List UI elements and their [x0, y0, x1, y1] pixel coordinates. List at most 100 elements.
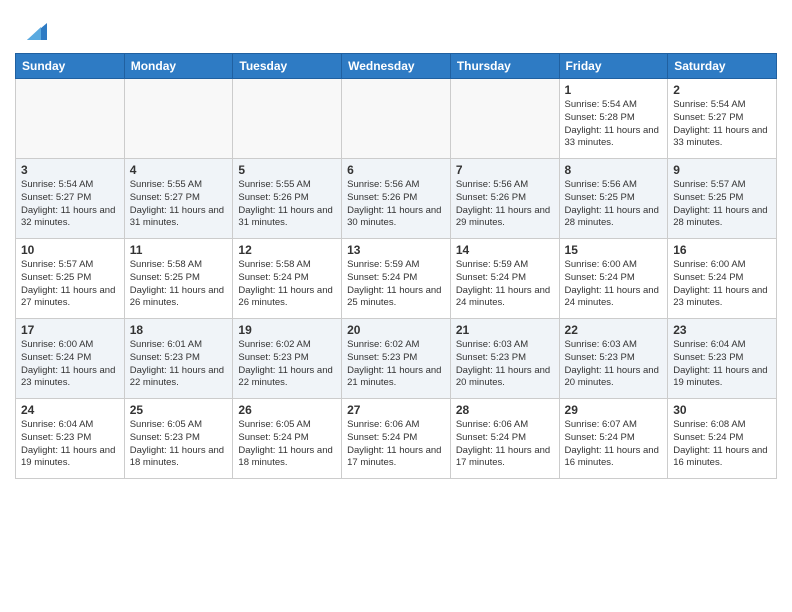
day-info: Sunrise: 6:03 AM Sunset: 5:23 PM Dayligh…	[565, 339, 663, 390]
day-info: Sunrise: 5:58 AM Sunset: 5:25 PM Dayligh…	[130, 259, 228, 310]
calendar-cell: 21Sunrise: 6:03 AM Sunset: 5:23 PM Dayli…	[450, 319, 559, 399]
day-info: Sunrise: 6:05 AM Sunset: 5:24 PM Dayligh…	[238, 419, 336, 470]
day-number: 18	[130, 323, 228, 337]
header	[15, 10, 777, 45]
calendar-cell: 26 Sunrise: 6:05 AM Sunset: 5:24 PM Dayli…	[233, 399, 342, 479]
day-info: Sunrise: 6:00 AM Sunset: 5:24 PM Dayligh…	[673, 259, 771, 310]
logo-icon	[19, 15, 49, 45]
calendar-cell: 20 Sunrise: 6:02 AM Sunset: 5:23 PM Dayli…	[342, 319, 451, 399]
day-info: Sunrise: 5:55 AM Sunset: 5:27 PM Dayligh…	[130, 179, 228, 230]
calendar-cell: 11 Sunrise: 5:58 AM Sunset: 5:25 PM Dayli…	[124, 239, 233, 319]
day-number: 29	[565, 403, 663, 417]
weekday-header-sunday: Sunday	[16, 54, 125, 79]
day-info: Sunrise: 5:57 AM Sunset: 5:25 PM Dayligh…	[673, 179, 771, 230]
day-number: 28	[456, 403, 554, 417]
day-number: 24	[21, 403, 119, 417]
week-row-1: 1Sunrise: 5:54 AM Sunset: 5:28 PM Daylig…	[16, 79, 777, 159]
calendar-cell: 13Sunrise: 5:59 AM Sunset: 5:24 PM Dayli…	[342, 239, 451, 319]
calendar-cell: 28 Sunrise: 6:06 AM Sunset: 5:24 PM Dayli…	[450, 399, 559, 479]
calendar-cell: 2 Sunrise: 5:54 AM Sunset: 5:27 PM Daylig…	[668, 79, 777, 159]
calendar-cell: 29 Sunrise: 6:07 AM Sunset: 5:24 PM Dayli…	[559, 399, 668, 479]
day-number: 23	[673, 323, 771, 337]
day-info: Sunrise: 5:57 AM Sunset: 5:25 PM Dayligh…	[21, 259, 119, 310]
calendar-cell: 9Sunrise: 5:57 AM Sunset: 5:25 PM Daylig…	[668, 159, 777, 239]
day-info: Sunrise: 5:56 AM Sunset: 5:26 PM Dayligh…	[456, 179, 554, 230]
day-info: Sunrise: 6:02 AM Sunset: 5:23 PM Dayligh…	[347, 339, 445, 390]
day-number: 16	[673, 243, 771, 257]
day-info: Sunrise: 5:59 AM Sunset: 5:24 PM Dayligh…	[347, 259, 445, 310]
calendar-cell: 6 Sunrise: 5:56 AM Sunset: 5:26 PM Daylig…	[342, 159, 451, 239]
day-number: 30	[673, 403, 771, 417]
calendar-cell: 25 Sunrise: 6:05 AM Sunset: 5:23 PM Dayli…	[124, 399, 233, 479]
weekday-header-saturday: Saturday	[668, 54, 777, 79]
calendar-cell: 12 Sunrise: 5:58 AM Sunset: 5:24 PM Dayli…	[233, 239, 342, 319]
day-number: 14	[456, 243, 554, 257]
calendar-cell: 15 Sunrise: 6:00 AM Sunset: 5:24 PM Dayli…	[559, 239, 668, 319]
day-info: Sunrise: 6:01 AM Sunset: 5:23 PM Dayligh…	[130, 339, 228, 390]
day-info: Sunrise: 5:56 AM Sunset: 5:25 PM Dayligh…	[565, 179, 663, 230]
calendar-cell: 18 Sunrise: 6:01 AM Sunset: 5:23 PM Dayli…	[124, 319, 233, 399]
calendar-cell: 1Sunrise: 5:54 AM Sunset: 5:28 PM Daylig…	[559, 79, 668, 159]
calendar-cell: 10Sunrise: 5:57 AM Sunset: 5:25 PM Dayli…	[16, 239, 125, 319]
day-number: 19	[238, 323, 336, 337]
calendar-cell: 30Sunrise: 6:08 AM Sunset: 5:24 PM Dayli…	[668, 399, 777, 479]
logo	[15, 15, 49, 45]
day-number: 11	[130, 243, 228, 257]
calendar: SundayMondayTuesdayWednesdayThursdayFrid…	[15, 53, 777, 479]
calendar-cell: 23 Sunrise: 6:04 AM Sunset: 5:23 PM Dayli…	[668, 319, 777, 399]
day-number: 20	[347, 323, 445, 337]
calendar-cell: 22Sunrise: 6:03 AM Sunset: 5:23 PM Dayli…	[559, 319, 668, 399]
calendar-cell: 7Sunrise: 5:56 AM Sunset: 5:26 PM Daylig…	[450, 159, 559, 239]
day-number: 21	[456, 323, 554, 337]
calendar-cell	[342, 79, 451, 159]
day-info: Sunrise: 5:54 AM Sunset: 5:27 PM Dayligh…	[673, 99, 771, 150]
day-info: Sunrise: 6:06 AM Sunset: 5:24 PM Dayligh…	[456, 419, 554, 470]
day-number: 6	[347, 163, 445, 177]
day-info: Sunrise: 6:04 AM Sunset: 5:23 PM Dayligh…	[673, 339, 771, 390]
weekday-header-row: SundayMondayTuesdayWednesdayThursdayFrid…	[16, 54, 777, 79]
day-number: 25	[130, 403, 228, 417]
day-info: Sunrise: 5:56 AM Sunset: 5:26 PM Dayligh…	[347, 179, 445, 230]
day-info: Sunrise: 6:00 AM Sunset: 5:24 PM Dayligh…	[21, 339, 119, 390]
day-info: Sunrise: 6:04 AM Sunset: 5:23 PM Dayligh…	[21, 419, 119, 470]
calendar-cell: 14 Sunrise: 5:59 AM Sunset: 5:24 PM Dayli…	[450, 239, 559, 319]
weekday-header-friday: Friday	[559, 54, 668, 79]
calendar-cell: 8 Sunrise: 5:56 AM Sunset: 5:25 PM Daylig…	[559, 159, 668, 239]
day-number: 15	[565, 243, 663, 257]
weekday-header-wednesday: Wednesday	[342, 54, 451, 79]
day-number: 1	[565, 83, 663, 97]
day-info: Sunrise: 6:00 AM Sunset: 5:24 PM Dayligh…	[565, 259, 663, 310]
day-number: 2	[673, 83, 771, 97]
calendar-cell: 4 Sunrise: 5:55 AM Sunset: 5:27 PM Daylig…	[124, 159, 233, 239]
week-row-3: 10Sunrise: 5:57 AM Sunset: 5:25 PM Dayli…	[16, 239, 777, 319]
day-number: 26	[238, 403, 336, 417]
day-info: Sunrise: 5:54 AM Sunset: 5:27 PM Dayligh…	[21, 179, 119, 230]
day-number: 3	[21, 163, 119, 177]
day-info: Sunrise: 6:05 AM Sunset: 5:23 PM Dayligh…	[130, 419, 228, 470]
day-info: Sunrise: 5:58 AM Sunset: 5:24 PM Dayligh…	[238, 259, 336, 310]
calendar-cell: 27Sunrise: 6:06 AM Sunset: 5:24 PM Dayli…	[342, 399, 451, 479]
calendar-cell: 5 Sunrise: 5:55 AM Sunset: 5:26 PM Daylig…	[233, 159, 342, 239]
calendar-cell: 16 Sunrise: 6:00 AM Sunset: 5:24 PM Dayli…	[668, 239, 777, 319]
calendar-cell: 24 Sunrise: 6:04 AM Sunset: 5:23 PM Dayli…	[16, 399, 125, 479]
day-info: Sunrise: 6:02 AM Sunset: 5:23 PM Dayligh…	[238, 339, 336, 390]
calendar-cell	[124, 79, 233, 159]
calendar-cell: 3 Sunrise: 5:54 AM Sunset: 5:27 PM Daylig…	[16, 159, 125, 239]
week-row-5: 24 Sunrise: 6:04 AM Sunset: 5:23 PM Dayli…	[16, 399, 777, 479]
calendar-cell	[233, 79, 342, 159]
day-info: Sunrise: 5:59 AM Sunset: 5:24 PM Dayligh…	[456, 259, 554, 310]
calendar-cell	[450, 79, 559, 159]
calendar-cell	[16, 79, 125, 159]
calendar-cell: 19 Sunrise: 6:02 AM Sunset: 5:23 PM Dayli…	[233, 319, 342, 399]
day-info: Sunrise: 6:07 AM Sunset: 5:24 PM Dayligh…	[565, 419, 663, 470]
day-number: 5	[238, 163, 336, 177]
page: SundayMondayTuesdayWednesdayThursdayFrid…	[0, 0, 792, 494]
calendar-cell: 17Sunrise: 6:00 AM Sunset: 5:24 PM Dayli…	[16, 319, 125, 399]
weekday-header-tuesday: Tuesday	[233, 54, 342, 79]
day-number: 27	[347, 403, 445, 417]
day-number: 12	[238, 243, 336, 257]
day-number: 4	[130, 163, 228, 177]
day-number: 8	[565, 163, 663, 177]
weekday-header-monday: Monday	[124, 54, 233, 79]
day-info: Sunrise: 5:55 AM Sunset: 5:26 PM Dayligh…	[238, 179, 336, 230]
